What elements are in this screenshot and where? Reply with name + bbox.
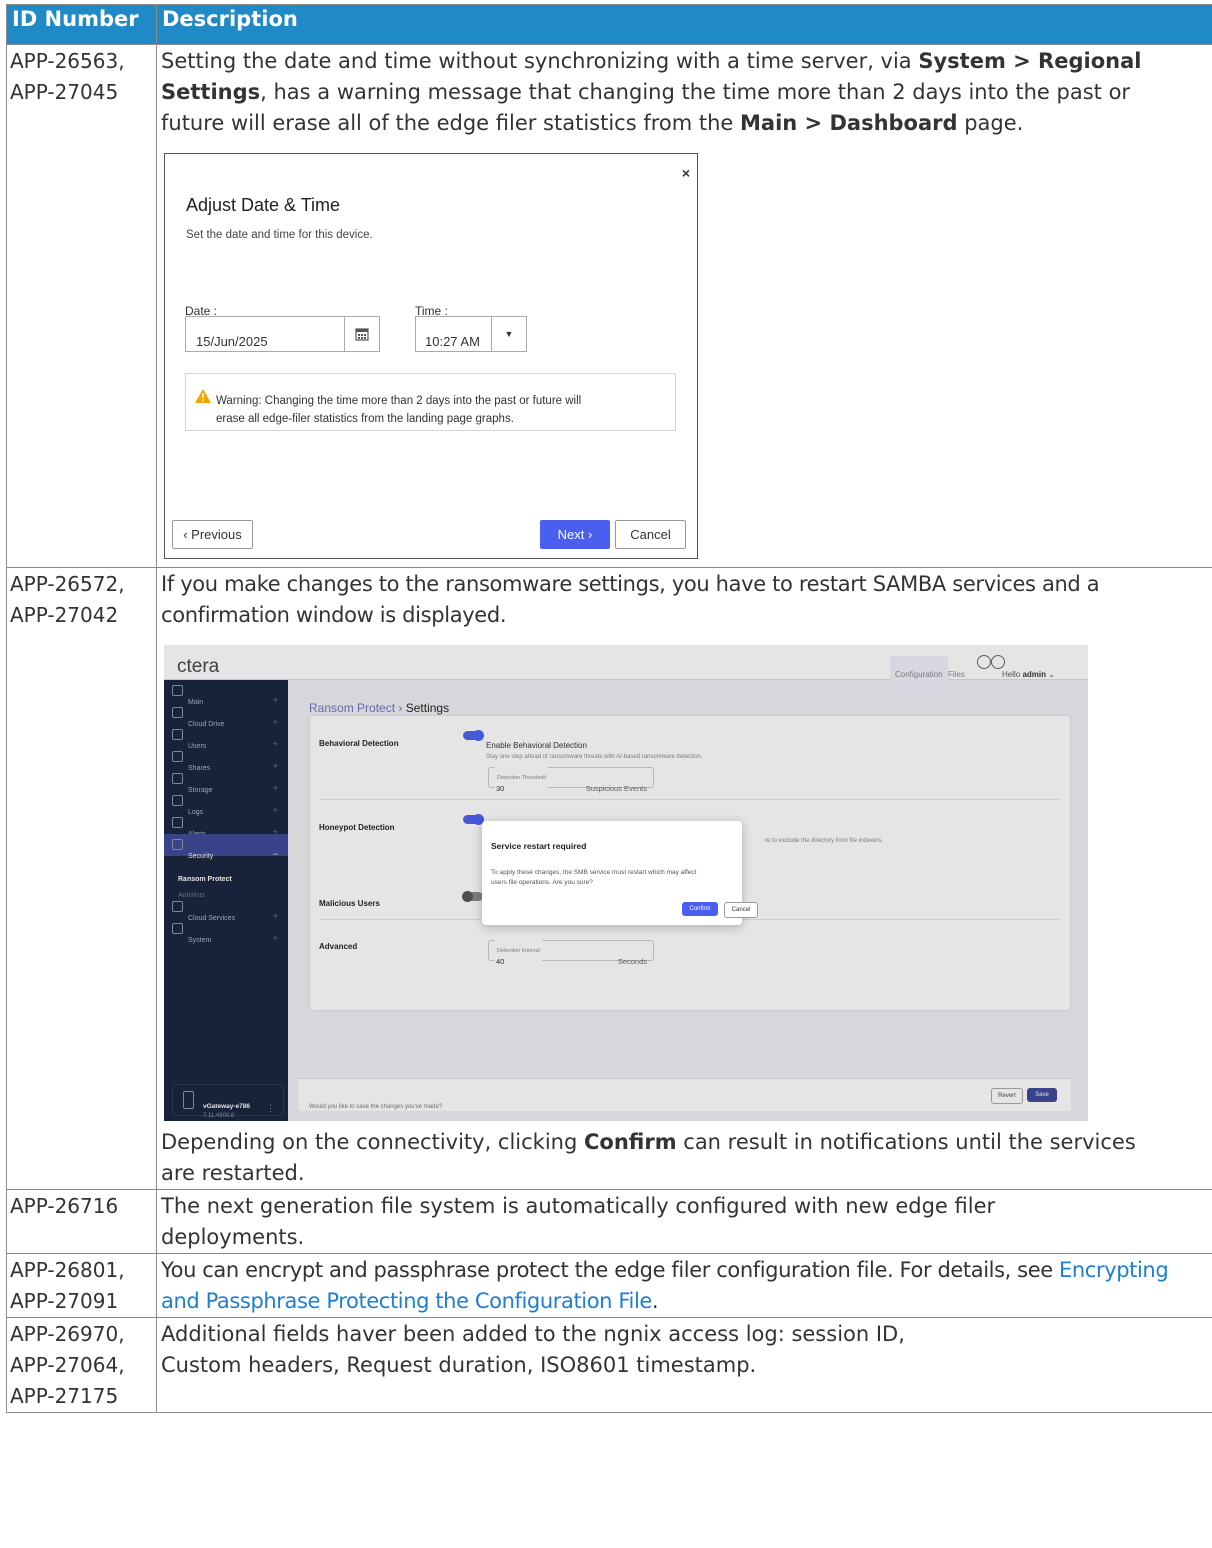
description-header: Description xyxy=(156,4,1212,45)
id-value: APP-26716 xyxy=(10,1194,119,1218)
id-cell: APP-26716 xyxy=(6,1189,157,1254)
table-header-row: ID Number Description xyxy=(6,4,1212,45)
date-field[interactable]: 15/Jun/2025 xyxy=(185,316,380,352)
warning-icon xyxy=(195,385,211,416)
id-cell: APP-26801, APP-27091 xyxy=(6,1253,157,1318)
release-notes-table: ID Number Description APP-26563, APP-270… xyxy=(6,4,1212,1413)
id-value: APP-27042 xyxy=(10,603,119,627)
table-row: APP-26563, APP-27045 Setting the date an… xyxy=(6,44,1212,568)
description-cell: The next generation file system is autom… xyxy=(156,1189,1212,1254)
description-text-line1: Additional fields haver been added to th… xyxy=(161,1322,905,1346)
description-cell: Setting the date and time without synchr… xyxy=(156,44,1212,568)
next-button[interactable]: Next › xyxy=(540,520,610,549)
time-value: 10:27 AM xyxy=(425,334,480,349)
id-cell: APP-26572, APP-27042 xyxy=(6,567,157,1190)
id-number-header: ID Number xyxy=(6,4,157,45)
id-value: APP-27064, xyxy=(10,1353,125,1377)
time-field[interactable]: 10:27 AM ▼ xyxy=(415,316,527,352)
cancel-button[interactable]: Cancel xyxy=(615,520,686,549)
id-value: APP-27091 xyxy=(10,1289,119,1313)
adjust-date-time-dialog-screenshot: × Adjust Date & Time Set the date and ti… xyxy=(164,153,698,559)
id-value: APP-26801, xyxy=(10,1258,125,1282)
confirm-button[interactable]: Confirm xyxy=(682,902,718,916)
id-value: APP-26563, xyxy=(10,49,125,73)
dialog-subtitle: Set the date and time for this device. xyxy=(186,229,373,241)
table-row: APP-26716 The next generation file syste… xyxy=(6,1189,1212,1254)
description-cell: If you make changes to the ransomware se… xyxy=(156,567,1212,1190)
id-cell: APP-26970, APP-27064, APP-27175 xyxy=(6,1317,157,1413)
dialog-title: Adjust Date & Time xyxy=(186,195,341,215)
id-value: APP-26572, xyxy=(10,572,125,596)
description-text: The next generation file system is autom… xyxy=(161,1194,996,1249)
calendar-icon[interactable] xyxy=(344,317,379,351)
chevron-down-icon[interactable]: ▼ xyxy=(491,317,526,351)
description-text-line2: Custom headers, Request duration, ISO860… xyxy=(161,1353,757,1377)
modal-text-line2: users file operations. Are you sure? xyxy=(491,879,593,886)
warning-box: Warning: Changing the time more than 2 d… xyxy=(185,373,676,431)
description-text: Setting the date and time without synchr… xyxy=(161,49,1142,135)
id-value: APP-26970, xyxy=(10,1322,125,1346)
table-row: APP-26970, APP-27064, APP-27175 Addition… xyxy=(6,1317,1212,1413)
warning-text-line2: erase all edge-filer statistics from the… xyxy=(216,413,514,425)
ctera-ransom-protect-screenshot: ctera Configuration Files Hello admin ⌄ … xyxy=(164,645,1088,1121)
close-icon[interactable]: × xyxy=(682,158,690,189)
table-row: APP-26572, APP-27042 If you make changes… xyxy=(6,567,1212,1190)
description-text: You can encrypt and passphrase protect t… xyxy=(161,1258,1169,1313)
id-cell: APP-26563, APP-27045 xyxy=(6,44,157,568)
id-value: APP-27045 xyxy=(10,80,119,104)
table-row: APP-26801, APP-27091 You can encrypt and… xyxy=(6,1253,1212,1318)
description-text: If you make changes to the ransomware se… xyxy=(161,572,1100,627)
description-cell: You can encrypt and passphrase protect t… xyxy=(156,1253,1212,1318)
modal-cancel-button[interactable]: Cancel xyxy=(724,902,758,918)
service-restart-modal: Service restart required To apply these … xyxy=(482,821,758,925)
previous-button[interactable]: ‹ Previous xyxy=(172,520,253,549)
description-text: Depending on the connectivity, clicking … xyxy=(161,1130,1136,1185)
description-cell: Additional fields haver been added to th… xyxy=(156,1317,1212,1413)
id-value: APP-27175 xyxy=(10,1384,119,1408)
date-value: 15/Jun/2025 xyxy=(196,334,268,349)
